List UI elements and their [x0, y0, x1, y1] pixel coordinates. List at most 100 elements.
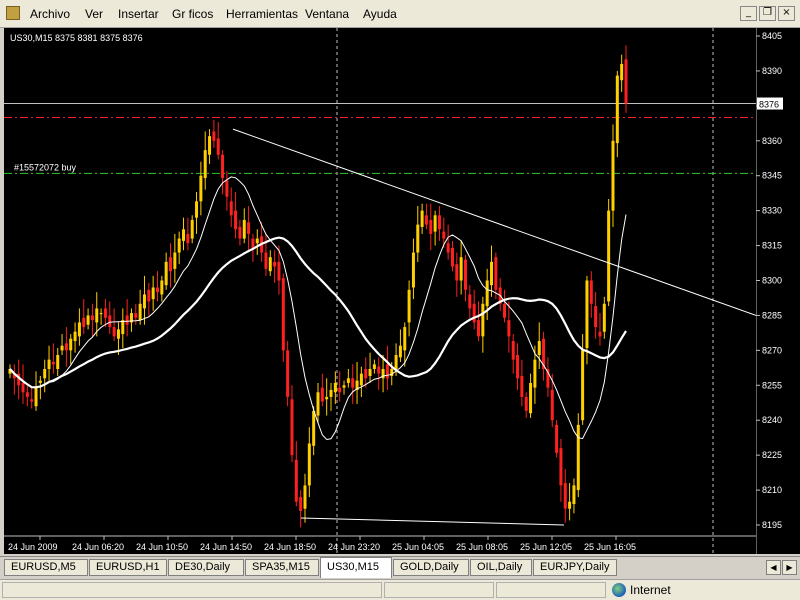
- candle-body: [247, 222, 251, 234]
- candle-body: [416, 224, 420, 253]
- menu-ventana[interactable]: Ventana: [305, 7, 349, 21]
- candle-body: [424, 215, 428, 225]
- chart-svg: #15572072 buy US30,M15 8375 8381 8375 837…: [4, 28, 757, 554]
- chart-header: US30,M15 8375 8381 8375 8376: [10, 33, 143, 43]
- candle-body: [273, 261, 277, 267]
- menu-graficos[interactable]: Gr ficos: [172, 7, 213, 21]
- candle-body: [598, 331, 602, 337]
- candle-body: [437, 215, 441, 230]
- candle-body: [43, 368, 47, 379]
- price-tick-label: 8345: [762, 171, 782, 181]
- menu-herramientas[interactable]: Herramientas: [226, 7, 298, 21]
- price-tick-label: 8360: [762, 136, 782, 146]
- menu-ver[interactable]: Ver: [85, 7, 103, 21]
- candle-body: [524, 396, 528, 411]
- candle-body: [212, 131, 216, 141]
- candle-body: [221, 154, 225, 179]
- candle-body: [420, 210, 424, 227]
- chart-plot-area[interactable]: #15572072 buy US30,M15 8375 8381 8375 837…: [4, 28, 757, 554]
- tab-oil-daily[interactable]: OIL,Daily: [470, 559, 532, 576]
- candle-body: [312, 410, 316, 446]
- status-segment: [496, 582, 606, 598]
- candle-body: [507, 320, 511, 337]
- candle-body: [290, 399, 294, 456]
- candle-body: [385, 364, 389, 379]
- candle-body: [555, 424, 559, 453]
- candle-body: [303, 485, 307, 509]
- tab-scroll-right-icon[interactable]: ▶: [782, 560, 797, 575]
- candle-body: [155, 287, 159, 293]
- candle-body: [477, 320, 481, 337]
- candle-body: [69, 338, 73, 351]
- price-axis: 8405839083758360834583308315830082858270…: [755, 28, 800, 554]
- candle-body: [255, 238, 259, 244]
- menu-archivo[interactable]: Archivo: [30, 7, 70, 21]
- candle-body: [177, 238, 181, 253]
- candle-body: [277, 261, 281, 281]
- candle-body: [320, 387, 324, 402]
- menu-insertar[interactable]: Insertar: [118, 7, 159, 21]
- candle-body: [403, 327, 407, 351]
- candle-body: [299, 497, 303, 512]
- tab-scroll-left-icon[interactable]: ◀: [766, 560, 781, 575]
- candle-body: [138, 303, 142, 321]
- candle-body: [307, 443, 311, 486]
- candle-body: [472, 303, 476, 323]
- candle-body: [481, 303, 485, 337]
- candle-body: [494, 257, 498, 290]
- candle-body: [190, 219, 194, 239]
- tab-us30-m15[interactable]: US30,M15: [320, 557, 392, 578]
- candle-body: [411, 252, 415, 288]
- menu-ayuda[interactable]: Ayuda: [363, 7, 397, 21]
- candle-body: [208, 136, 212, 155]
- candle-body: [281, 278, 285, 351]
- candle-body: [490, 261, 494, 286]
- candle-body: [82, 317, 86, 328]
- candle-body: [351, 378, 355, 388]
- restore-button[interactable]: ❐: [759, 6, 776, 21]
- candle-body: [147, 289, 151, 302]
- candle-body: [602, 303, 606, 332]
- candle-body: [103, 308, 107, 318]
- candle-body: [121, 320, 125, 335]
- candle-body: [559, 448, 563, 486]
- price-tag: 8376: [759, 100, 779, 110]
- candle-body: [225, 180, 229, 197]
- candle-body: [520, 375, 524, 397]
- trendline-support: [300, 517, 565, 526]
- candle-body: [169, 257, 173, 272]
- candle-body: [325, 396, 329, 400]
- tab-gold-daily[interactable]: GOLD,Daily: [393, 559, 469, 576]
- price-tick-label: 8285: [762, 310, 782, 320]
- candle-body: [329, 389, 333, 397]
- candle-body: [47, 359, 51, 369]
- candle-body: [342, 385, 346, 388]
- tab-eurusd-m5[interactable]: EURUSD,M5: [4, 559, 88, 576]
- candle-body: [450, 247, 454, 267]
- candle-body: [463, 259, 467, 290]
- tab-de30-daily[interactable]: DE30,Daily: [168, 559, 244, 576]
- tab-eurjpy-daily[interactable]: EURJPY,Daily: [533, 559, 617, 576]
- minimize-button[interactable]: _: [740, 6, 757, 21]
- candle-body: [182, 229, 186, 241]
- status-segment: [384, 582, 494, 598]
- time-tick-label: 25 Jun 16:05: [584, 542, 636, 552]
- time-tick-label: 25 Jun 04:05: [392, 542, 444, 552]
- candle-body: [95, 308, 99, 323]
- candle-body: [468, 294, 472, 309]
- candle-body: [34, 387, 38, 407]
- time-tick-label: 24 Jun 2009: [8, 542, 58, 552]
- candle-body: [125, 315, 129, 325]
- candle-body: [429, 219, 433, 234]
- candle-body: [90, 315, 94, 321]
- tab-spa35-m15[interactable]: SPA35,M15: [245, 559, 319, 576]
- app-icon[interactable]: [6, 6, 20, 20]
- candle-body: [446, 243, 450, 253]
- close-button[interactable]: ×: [778, 6, 795, 21]
- candle-body: [407, 289, 411, 323]
- tab-eurusd-h1[interactable]: EURUSD,H1: [89, 559, 167, 576]
- price-tick-label: 8255: [762, 380, 782, 390]
- candle-body: [455, 264, 459, 281]
- candle-body: [160, 280, 164, 295]
- candle-body: [25, 392, 29, 397]
